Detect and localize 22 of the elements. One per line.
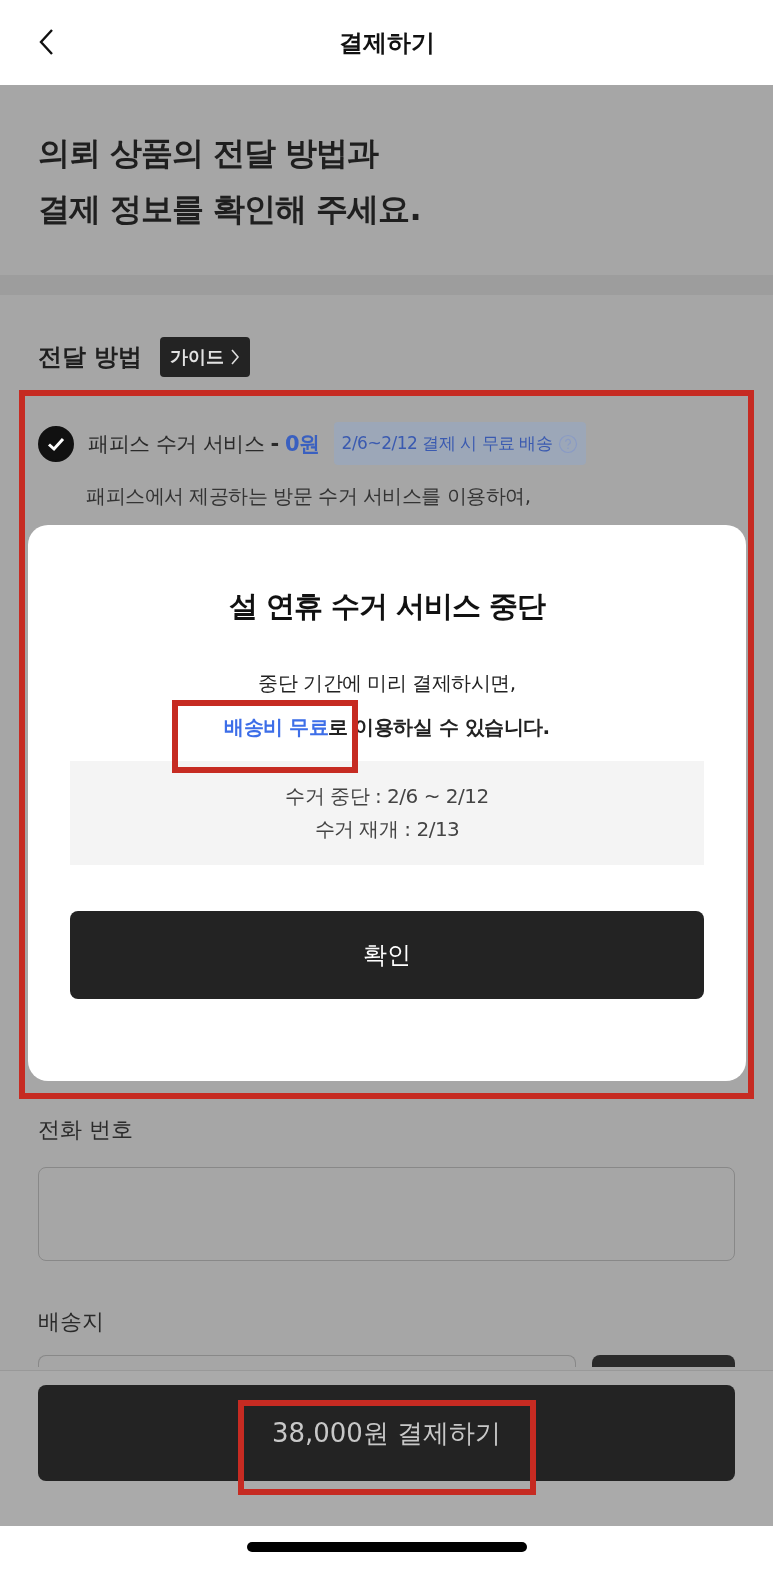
dialog-title: 설 연휴 수거 서비스 중단	[228, 588, 546, 625]
option-description: 패피스에서 제공하는 방문 수거 서비스를 이용하여,	[86, 483, 532, 510]
dialog-message: 중단 기간에 미리 결제하시면, 배송비 무료로 이용하실 수 있습니다.	[224, 670, 550, 741]
confirm-button[interactable]: 확인	[70, 911, 704, 999]
intro-heading: 의뢰 상품의 전달 방법과 결제 정보를 확인해 주세요.	[38, 133, 422, 230]
chevron-icon	[230, 348, 241, 366]
field-label: 배송지	[38, 1308, 105, 1336]
option-title: 패피스 수거 서비스 - 0원	[88, 430, 320, 458]
address-search-button[interactable]	[592, 1355, 735, 1367]
section-title: 전달 방법	[38, 342, 143, 373]
phone-input-field[interactable]	[38, 1167, 735, 1261]
check-icon[interactable]	[38, 425, 74, 462]
page-title: 결제하기	[338, 27, 435, 59]
back-icon[interactable]	[38, 28, 54, 56]
home-indicator[interactable]	[246, 1542, 527, 1552]
promo-tag: 2/6~2/12 결제 시 무료 배송	[333, 422, 587, 465]
guide-button[interactable]: 가이드	[160, 337, 251, 377]
pay-button[interactable]: 38,000원 결제하기	[38, 1385, 735, 1481]
schedule-text: 수거 중단 : 2/6 ~ 2/12	[285, 783, 489, 810]
schedule-text: 수거 재개 : 2/13	[314, 816, 460, 843]
field-label: 전화 번호	[38, 1116, 134, 1144]
zip-code-field[interactable]	[38, 1355, 576, 1367]
